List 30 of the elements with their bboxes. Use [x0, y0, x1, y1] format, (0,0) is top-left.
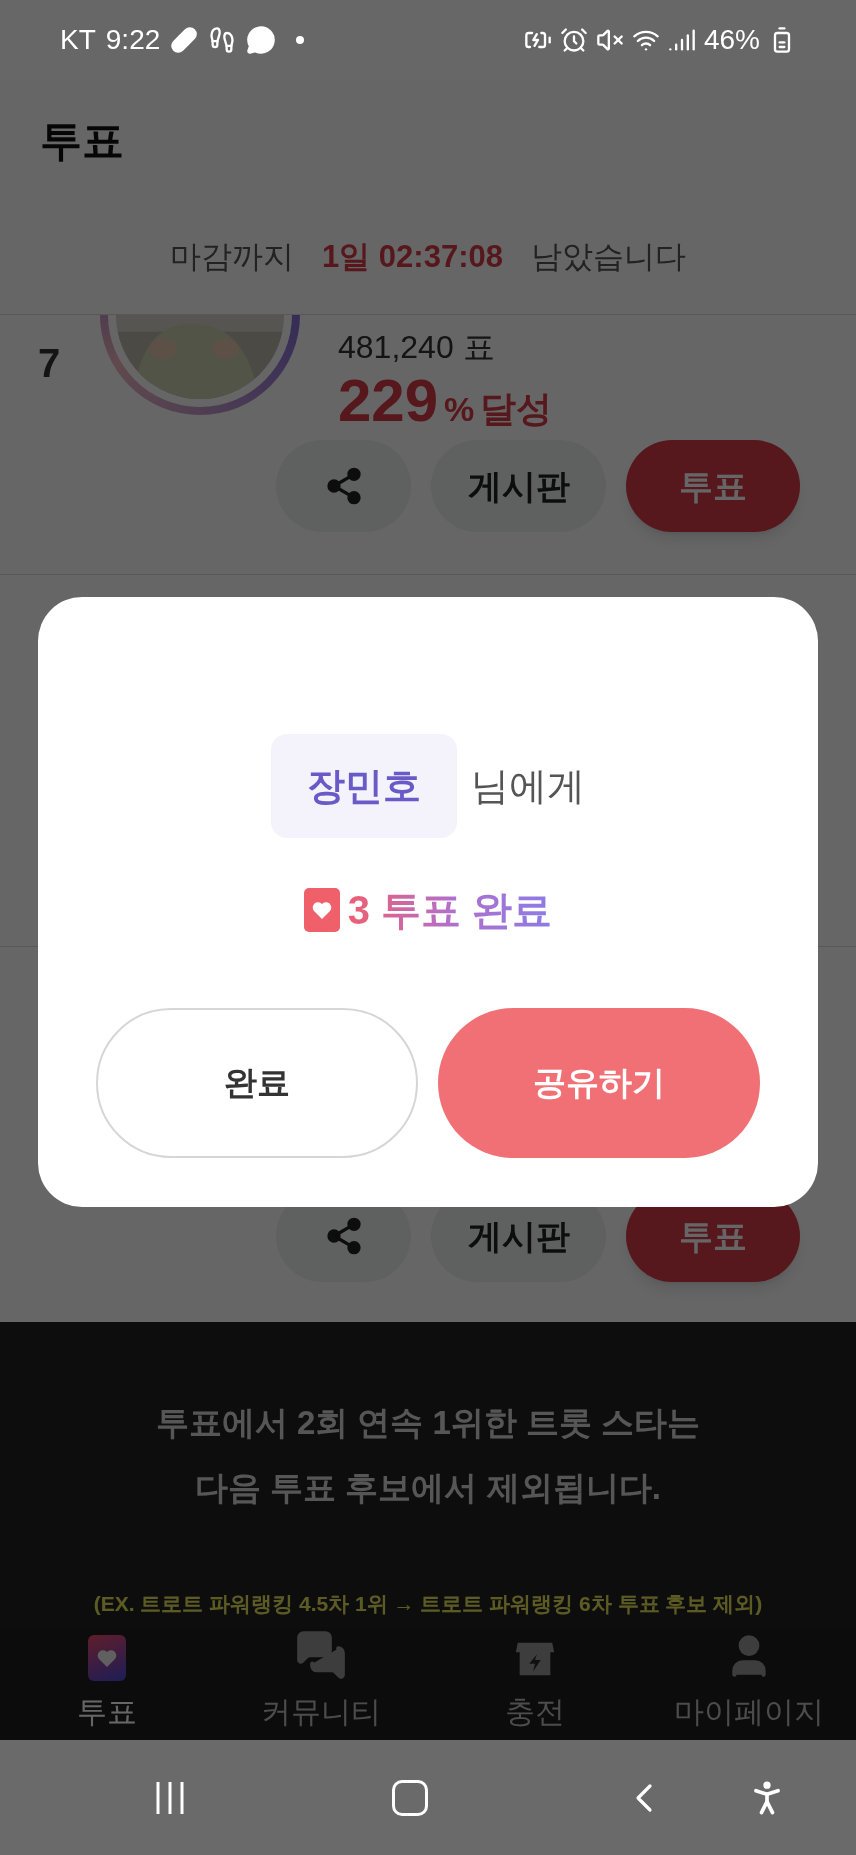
page-title: 투표 — [40, 115, 124, 166]
nav-tab[interactable]: 충전 — [428, 1628, 642, 1740]
remaining-label: 남았습니다 — [530, 237, 686, 276]
notice-text: 투표에서 2회 연속 1위한 트롯 스타는 다음 투표 후보에서 제외됩니다. — [155, 1403, 701, 1508]
chat-bubbles-icon — [295, 1629, 347, 1681]
deadline-label: 마감까지 — [170, 237, 294, 276]
share-action-button[interactable]: 공유하기 — [438, 1008, 760, 1158]
alarm-icon — [559, 26, 588, 54]
pill-icon — [170, 26, 199, 54]
nav-tab[interactable]: 마이페이지 — [642, 1628, 856, 1740]
achievement-percent: 229 — [338, 371, 439, 431]
example-text: (EX. 트로트 파워랭킹 4.5차 1위 → 트로트 파워랭킹 6차 투표 후보 제외) — [93, 1591, 763, 1617]
recipient-suffix: 님에게 — [471, 763, 585, 809]
carrier-text: KT — [60, 23, 96, 57]
rank-number: 7 — [37, 340, 62, 387]
percent-sign: % — [444, 389, 475, 430]
clock-text: 9:22 — [105, 23, 161, 57]
candidate-name: 장민호 — [271, 734, 457, 838]
achieved-label: 달성 — [480, 387, 553, 431]
board-button[interactable]: 게시판 — [431, 440, 606, 532]
battery-text: 46% — [703, 23, 760, 57]
nav-tab[interactable]: 투표 — [0, 1628, 214, 1740]
heart-card-icon — [88, 1635, 126, 1681]
vote-count: 481,240 표 — [338, 328, 496, 367]
nav-tab[interactable]: 커뮤니티 — [214, 1628, 428, 1740]
countdown-timer: 1일 02:37:08 — [322, 237, 503, 276]
home-button[interactable] — [392, 1779, 428, 1816]
chat-bubble-icon — [246, 25, 277, 55]
done-button[interactable]: 완료 — [96, 1008, 418, 1158]
vote-button[interactable]: 투표 — [626, 440, 800, 532]
